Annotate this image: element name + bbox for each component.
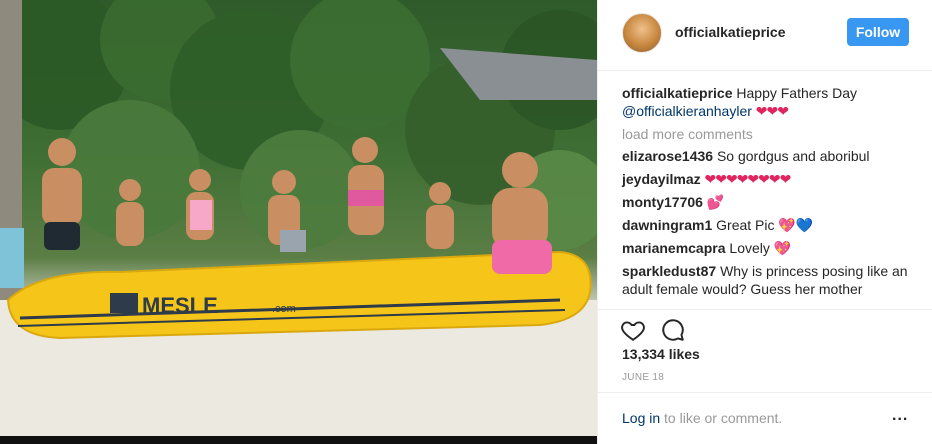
avatar[interactable] (622, 13, 662, 53)
comment-text: So gordgus and aboribul (716, 148, 870, 164)
login-prompt-text: to like or comment. (664, 410, 783, 426)
caption-mention-link[interactable]: @officialkieranhayler (622, 103, 752, 119)
likes-count[interactable]: 13,334 likes (622, 346, 700, 362)
more-options-button[interactable]: ... (892, 407, 908, 425)
post-date[interactable]: JUNE 18 (622, 372, 664, 383)
comments-section: officialkatieprice Happy Fathers Day @of… (622, 84, 912, 303)
caption: officialkatieprice Happy Fathers Day @of… (622, 84, 912, 120)
comment-username[interactable]: elizarose1436 (622, 148, 713, 164)
comment-item: sparkledust87 Why is princess posing lik… (622, 262, 912, 298)
photo-bottom-edge (0, 436, 597, 444)
login-link[interactable]: Log in (622, 410, 660, 426)
comment-username[interactable]: marianemcapra (622, 240, 726, 256)
comment-item: marianemcapra Lovely 💖 (622, 239, 912, 257)
comment-item: elizarose1436 So gordgus and aboribul (622, 147, 912, 165)
follow-button[interactable]: Follow (847, 18, 909, 46)
login-footer: Log in to like or comment. ... (598, 392, 932, 444)
comment-username[interactable]: jeydayilmaz (622, 171, 701, 187)
comment-text: Great Pic 💖💙 (716, 217, 814, 233)
comment-item: dawningram1 Great Pic 💖💙 (622, 216, 912, 234)
post-side-panel: officialkatieprice Follow officialkatiep… (597, 0, 932, 444)
comment-text: 💕 (706, 194, 725, 210)
post-actions: 13,334 likes JUNE 18 (598, 309, 932, 383)
load-more-comments-link[interactable]: load more comments (622, 125, 912, 143)
comment-item: monty17706 💕 (622, 193, 912, 211)
caption-username[interactable]: officialkatieprice (622, 85, 733, 101)
comment-username[interactable]: dawningram1 (622, 217, 712, 233)
comment-text: ❤❤❤❤❤❤❤❤ (704, 171, 792, 187)
post-username[interactable]: officialkatieprice (675, 24, 786, 40)
comment-item: jeydayilmaz ❤❤❤❤❤❤❤❤ (622, 170, 912, 188)
heart-icon[interactable] (620, 317, 646, 343)
beach-scene-illustration: MESLE .com (0, 0, 597, 444)
comment-icon[interactable] (660, 317, 686, 343)
post-photo[interactable]: MESLE .com (0, 0, 597, 444)
boat-brand-text: MESLE (142, 293, 218, 318)
login-prompt: Log in to like or comment. (622, 410, 782, 426)
caption-text: Happy Fathers Day (736, 85, 857, 101)
comment-username[interactable]: sparkledust87 (622, 263, 716, 279)
comment-text: Lovely 💖 (729, 240, 792, 256)
post-header: officialkatieprice Follow (598, 0, 932, 71)
caption-hearts: ❤❤❤ (755, 103, 789, 119)
comment-username[interactable]: monty17706 (622, 194, 703, 210)
boat-domain-text: .com (272, 303, 296, 315)
